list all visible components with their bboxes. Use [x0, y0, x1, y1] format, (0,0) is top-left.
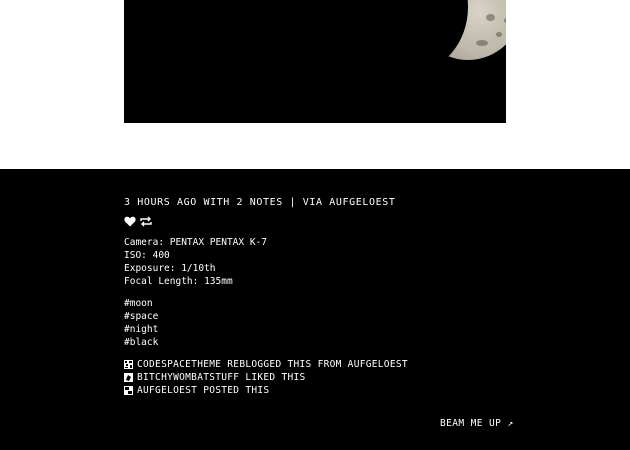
avatar[interactable] — [124, 360, 133, 369]
note-item: CODESPACETHEME REBLOGGED THIS FROM AUFGE… — [124, 358, 408, 371]
post-permalink[interactable]: 3 HOURS AGO WITH 2 NOTES — [124, 197, 283, 208]
avatar[interactable] — [124, 373, 133, 382]
tag-link[interactable]: #moon — [124, 297, 158, 310]
post-meta: 3 HOURS AGO WITH 2 NOTES | VIA AUFGELOES… — [124, 197, 395, 208]
arrow-up-right-icon: ↗ — [507, 418, 514, 429]
note-item: BITCHYWOMBATSTUFF LIKED THIS — [124, 371, 408, 384]
beam-me-up-label: BEAM ME UP — [440, 418, 502, 429]
exif-iso: ISO: 400 — [124, 250, 170, 261]
post-actions — [124, 216, 152, 227]
beam-me-up-link[interactable]: BEAM ME UP ↗ — [440, 418, 513, 429]
exif-focal-length: Focal Length: 135mm — [124, 276, 233, 287]
reblog-icon[interactable] — [140, 216, 152, 227]
post-footer: 3 HOURS AGO WITH 2 NOTES | VIA AUFGELOES… — [0, 169, 630, 450]
moon-image — [356, 0, 506, 72]
via-link[interactable]: VIA AUFGELOEST — [303, 197, 396, 208]
avatar[interactable] — [124, 386, 133, 395]
exif-camera: Camera: PENTAX PENTAX K-7 — [124, 237, 267, 248]
tag-link[interactable]: #space — [124, 310, 158, 323]
note-text: BITCHYWOMBATSTUFF LIKED THIS — [137, 372, 306, 383]
exif-exposure: Exposure: 1/10th — [124, 263, 216, 274]
heart-icon[interactable] — [124, 216, 136, 227]
tag-link[interactable]: #night — [124, 323, 158, 336]
notes-list: CODESPACETHEME REBLOGGED THIS FROM AUFGE… — [124, 358, 408, 397]
note-text: CODESPACETHEME REBLOGGED THIS FROM AUFGE… — [137, 359, 408, 370]
note-text: AUFGELOEST POSTED THIS — [137, 385, 270, 396]
note-item: AUFGELOEST POSTED THIS — [124, 384, 408, 397]
post-photo[interactable] — [124, 0, 506, 123]
exif-info: Camera: PENTAX PENTAX K-7 ISO: 400 Expos… — [124, 236, 267, 288]
tag-link[interactable]: #black — [124, 336, 158, 349]
meta-separator: | — [289, 197, 297, 208]
tag-list: #moon #space #night #black — [124, 297, 158, 349]
